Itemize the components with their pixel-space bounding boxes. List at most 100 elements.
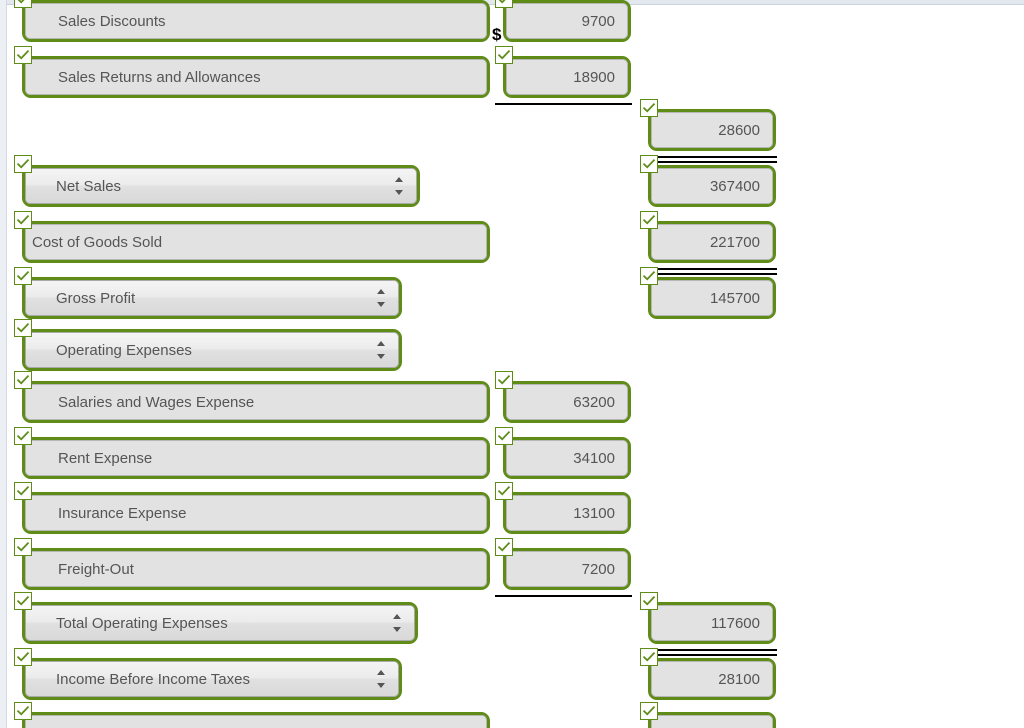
amount-input-insurance-expense[interactable]: 13100	[506, 495, 628, 531]
income-statement-worksheet: Sales Discounts 9700 $ Sales Returns and Al…	[0, 0, 1024, 728]
amount-field-contra-revenue-subtotal[interactable]: 28600	[640, 99, 776, 151]
checkmark-icon-amount-total-operating-expenses[interactable]	[640, 592, 658, 610]
amount-field-net-sales[interactable]: 367400	[640, 155, 776, 207]
account-label-text: Salaries and Wages Expense	[58, 393, 255, 411]
account-label-field-operating-expenses[interactable]: Operating Expenses	[14, 319, 402, 371]
checkmark-icon-label-gross-profit[interactable]	[14, 267, 32, 285]
account-label-field-salaries-and-wages-expense[interactable]: Salaries and Wages Expense	[14, 371, 490, 423]
stepper-arrows-icon[interactable]	[377, 340, 386, 360]
account-select-operating-expenses[interactable]: Operating Expenses	[25, 332, 399, 368]
account-label-text: Rent Expense	[58, 449, 153, 467]
amount-input-salaries-and-wages-expense[interactable]: 63200	[506, 384, 628, 420]
account-label-field-cost-of-goods-sold[interactable]: Cost of Goods Sold	[14, 211, 490, 263]
amount-input-partial-bottom-row[interactable]	[651, 715, 773, 728]
checkmark-icon-label-sales-returns-and-allowances[interactable]	[14, 46, 32, 64]
amount-input-cost-of-goods-sold[interactable]: 221700	[651, 224, 773, 260]
account-textbox-partial-bottom-row[interactable]	[25, 715, 487, 728]
amount-field-salaries-and-wages-expense[interactable]: 63200	[495, 371, 631, 423]
amount-input-gross-profit[interactable]: 145700	[651, 280, 773, 316]
account-label-field-rent-expense[interactable]: Rent Expense	[14, 427, 490, 479]
left-gutter-divider	[6, 0, 7, 728]
checkmark-icon-amount-insurance-expense[interactable]	[495, 482, 513, 500]
checkmark-icon-label-insurance-expense[interactable]	[14, 482, 32, 500]
checkmark-icon-amount-freight-out[interactable]	[495, 538, 513, 556]
account-textbox-freight-out[interactable]: Freight-Out	[25, 551, 487, 587]
stepper-arrows-icon[interactable]	[377, 669, 386, 689]
account-textbox-rent-expense[interactable]: Rent Expense	[25, 440, 487, 476]
account-select-gross-profit[interactable]: Gross Profit	[25, 280, 399, 316]
account-textbox-sales-returns-and-allowances[interactable]: Sales Returns and Allowances	[25, 59, 487, 95]
checkmark-icon-amount-net-sales[interactable]	[640, 155, 658, 173]
checkmark-icon-amount-salaries-and-wages-expense[interactable]	[495, 371, 513, 389]
amount-input-freight-out[interactable]: 7200	[506, 551, 628, 587]
subtotal-rule-above-income-before-income-taxes	[641, 654, 777, 656]
checkmark-icon-amount-partial-bottom-row[interactable]	[640, 702, 658, 720]
amount-value-text: 18900	[573, 68, 615, 86]
amount-value-text: 34100	[573, 449, 615, 467]
amount-input-income-before-income-taxes[interactable]: 28100	[651, 661, 773, 697]
checkmark-icon-label-net-sales[interactable]	[14, 155, 32, 173]
account-label-text: Gross Profit	[56, 289, 136, 307]
checkmark-icon-amount-rent-expense[interactable]	[495, 427, 513, 445]
checkmark-icon-label-partial-bottom-row[interactable]	[14, 702, 32, 720]
amount-field-sales-returns-and-allowances[interactable]: 18900	[495, 46, 631, 98]
amount-input-net-sales[interactable]: 367400	[651, 168, 773, 204]
account-label-text: Sales Returns and Allowances	[58, 68, 261, 86]
account-textbox-insurance-expense[interactable]: Insurance Expense	[25, 495, 487, 531]
amount-value-text: 9700	[581, 12, 615, 30]
checkmark-icon-amount-contra-revenue-subtotal[interactable]	[640, 99, 658, 117]
amount-field-rent-expense[interactable]: 34100	[495, 427, 631, 479]
checkmark-icon-label-freight-out[interactable]	[14, 538, 32, 556]
account-label-field-insurance-expense[interactable]: Insurance Expense	[14, 482, 490, 534]
checkmark-icon-amount-sales-discounts[interactable]	[495, 0, 513, 8]
account-label-field-total-operating-expenses[interactable]: Total Operating Expenses	[14, 592, 418, 644]
checkmark-icon-amount-gross-profit[interactable]	[640, 267, 658, 285]
amount-input-total-operating-expenses[interactable]: 117600	[651, 605, 773, 641]
checkmark-icon-amount-income-before-income-taxes[interactable]	[640, 648, 658, 666]
checkmark-icon-label-sales-discounts[interactable]	[14, 0, 32, 8]
account-label-field-partial-bottom-row[interactable]	[14, 702, 490, 728]
stepper-arrows-icon[interactable]	[393, 613, 402, 633]
subtotal-rule-below-sales-returns-and-allowances	[495, 103, 632, 105]
subtotal-rule-below-total-operating-expenses	[641, 649, 777, 651]
stepper-arrows-icon[interactable]	[395, 176, 404, 196]
amount-field-gross-profit[interactable]: 145700	[640, 267, 776, 319]
account-textbox-cost-of-goods-sold[interactable]: Cost of Goods Sold	[25, 224, 487, 260]
amount-input-contra-revenue-subtotal[interactable]: 28600	[651, 112, 773, 148]
account-textbox-salaries-and-wages-expense[interactable]: Salaries and Wages Expense	[25, 384, 487, 420]
account-select-total-operating-expenses[interactable]: Total Operating Expenses	[25, 605, 415, 641]
amount-field-total-operating-expenses[interactable]: 117600	[640, 592, 776, 644]
amount-value-text: 145700	[709, 289, 760, 307]
amount-input-rent-expense[interactable]: 34100	[506, 440, 628, 476]
amount-input-sales-returns-and-allowances[interactable]: 18900	[506, 59, 628, 95]
checkmark-icon-label-cost-of-goods-sold[interactable]	[14, 211, 32, 229]
checkmark-icon-label-income-before-income-taxes[interactable]	[14, 648, 32, 666]
account-label-field-sales-discounts[interactable]: Sales Discounts	[14, 0, 490, 42]
account-label-field-income-before-income-taxes[interactable]: Income Before Income Taxes	[14, 648, 402, 700]
account-label-field-net-sales[interactable]: Net Sales	[14, 155, 420, 207]
account-label-field-gross-profit[interactable]: Gross Profit	[14, 267, 402, 319]
checkmark-icon-label-salaries-and-wages-expense[interactable]	[14, 371, 32, 389]
account-select-net-sales[interactable]: Net Sales	[25, 168, 417, 204]
account-label-field-freight-out[interactable]: Freight-Out	[14, 538, 490, 590]
subtotal-rule-below-freight-out	[495, 595, 632, 597]
amount-field-insurance-expense[interactable]: 13100	[495, 482, 631, 534]
checkmark-icon-label-rent-expense[interactable]	[14, 427, 32, 445]
account-label-text: Cost of Goods Sold	[32, 233, 163, 251]
checkmark-icon-amount-cost-of-goods-sold[interactable]	[640, 211, 658, 229]
account-label-field-sales-returns-and-allowances[interactable]: Sales Returns and Allowances	[14, 46, 490, 98]
subtotal-rule-below-cost-of-goods-sold	[641, 268, 777, 270]
stepper-arrows-icon[interactable]	[377, 288, 386, 308]
amount-field-sales-discounts[interactable]: 9700	[495, 0, 631, 42]
amount-field-income-before-income-taxes[interactable]: 28100	[640, 648, 776, 700]
amount-field-cost-of-goods-sold[interactable]: 221700	[640, 211, 776, 263]
amount-input-sales-discounts[interactable]: 9700	[506, 3, 628, 39]
checkmark-icon-label-operating-expenses[interactable]	[14, 319, 32, 337]
account-textbox-sales-discounts[interactable]: Sales Discounts	[25, 3, 487, 39]
amount-field-freight-out[interactable]: 7200	[495, 538, 631, 590]
account-select-income-before-income-taxes[interactable]: Income Before Income Taxes	[25, 661, 399, 697]
checkmark-icon-label-total-operating-expenses[interactable]	[14, 592, 32, 610]
checkmark-icon-amount-sales-returns-and-allowances[interactable]	[495, 46, 513, 64]
amount-value-text: 28600	[718, 121, 760, 139]
amount-field-partial-bottom-row[interactable]	[640, 702, 776, 728]
